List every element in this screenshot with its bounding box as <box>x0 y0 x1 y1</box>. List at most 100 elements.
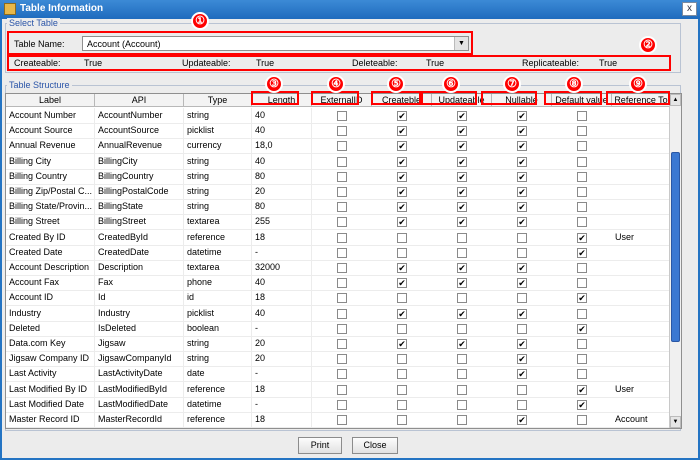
table-row[interactable]: Created Date CreatedDate datetime - ✔ <box>6 244 681 261</box>
table-row[interactable]: Annual Revenue AnnualRevenue currency 18,0 ✔… <box>6 138 681 155</box>
table-row[interactable]: Jigsaw Company ID JigsawCompanyId string 20… <box>6 351 681 368</box>
cell-updateable-checkbox[interactable]: ✔ <box>457 156 467 167</box>
cell-createable-checkbox[interactable]: ✔ <box>397 141 407 152</box>
cell-updateable-checkbox[interactable]: ✔ <box>457 171 467 182</box>
cell-createable-checkbox[interactable] <box>397 399 407 410</box>
cell-createable-checkbox[interactable]: ✔ <box>397 156 407 167</box>
cell-default-value-checkbox[interactable]: ✔ <box>577 232 587 243</box>
cell-nullable-checkbox[interactable]: ✔ <box>517 308 527 319</box>
table-row[interactable]: Billing State/Provin... BillingState strin… <box>6 199 681 216</box>
cell-nullable-checkbox[interactable]: ✔ <box>517 369 527 380</box>
table-row[interactable]: Account Number AccountNumber string 40 ✔ ✔ ✔ <box>6 108 681 124</box>
cell-default-value-checkbox[interactable] <box>577 263 587 273</box>
table-row[interactable]: Billing Street BillingStreet textarea 255 ✔ ✔… <box>6 214 681 231</box>
cell-nullable-checkbox[interactable]: ✔ <box>517 354 527 365</box>
cell-createable-checkbox[interactable]: ✔ <box>397 126 407 137</box>
col-header-type[interactable]: Type <box>184 94 252 107</box>
col-header-api[interactable]: API <box>95 94 184 107</box>
cell-updateable-checkbox[interactable]: ✔ <box>457 278 467 289</box>
cell-createable-checkbox[interactable]: ✔ <box>397 111 407 121</box>
table-row[interactable]: Industry Industry picklist 40 ✔ ✔ ✔ <box>6 305 681 322</box>
cell-externalid-checkbox[interactable] <box>337 187 347 197</box>
cell-updateable-checkbox[interactable] <box>457 415 467 425</box>
cell-nullable-checkbox[interactable]: ✔ <box>517 141 527 152</box>
table-row[interactable]: Billing City BillingCity string 40 ✔ ✔ ✔ <box>6 153 681 170</box>
cell-updateable-checkbox[interactable]: ✔ <box>457 339 467 349</box>
cell-externalid-checkbox[interactable] <box>337 278 347 289</box>
cell-updateable-checkbox[interactable] <box>457 232 467 243</box>
close-window-button[interactable]: x <box>682 2 697 16</box>
cell-externalid-checkbox[interactable] <box>337 202 347 213</box>
cell-externalid-checkbox[interactable] <box>337 399 347 410</box>
vertical-scrollbar[interactable]: ▲ ▼ <box>669 94 681 428</box>
cell-default-value-checkbox[interactable] <box>577 308 587 319</box>
cell-nullable-checkbox[interactable] <box>517 384 527 395</box>
table-row[interactable]: Last Activity LastActivityDate date - ✔ <box>6 366 681 383</box>
cell-externalid-checkbox[interactable] <box>337 293 347 304</box>
cell-updateable-checkbox[interactable]: ✔ <box>457 263 467 273</box>
cell-createable-checkbox[interactable] <box>397 293 407 304</box>
cell-updateable-checkbox[interactable] <box>457 323 467 334</box>
cell-nullable-checkbox[interactable]: ✔ <box>517 202 527 213</box>
cell-updateable-checkbox[interactable]: ✔ <box>457 202 467 213</box>
cell-nullable-checkbox[interactable]: ✔ <box>517 171 527 182</box>
cell-updateable-checkbox[interactable] <box>457 384 467 395</box>
cell-externalid-checkbox[interactable] <box>337 308 347 319</box>
table-row[interactable]: Account Fax Fax phone 40 ✔ ✔ ✔ <box>6 275 681 292</box>
cell-default-value-checkbox[interactable] <box>577 415 587 425</box>
cell-default-value-checkbox[interactable]: ✔ <box>577 293 587 304</box>
cell-externalid-checkbox[interactable] <box>337 415 347 425</box>
close-button[interactable]: Close <box>352 437 398 454</box>
cell-nullable-checkbox[interactable]: ✔ <box>517 111 527 121</box>
cell-externalid-checkbox[interactable] <box>337 171 347 182</box>
cell-default-value-checkbox[interactable] <box>577 126 587 137</box>
cell-externalid-checkbox[interactable] <box>337 263 347 273</box>
cell-nullable-checkbox[interactable] <box>517 247 527 258</box>
cell-default-value-checkbox[interactable] <box>577 156 587 167</box>
scroll-thumb[interactable] <box>671 152 680 342</box>
cell-updateable-checkbox[interactable] <box>457 399 467 410</box>
cell-default-value-checkbox[interactable] <box>577 171 587 182</box>
cell-createable-checkbox[interactable]: ✔ <box>397 217 407 228</box>
cell-updateable-checkbox[interactable]: ✔ <box>457 141 467 152</box>
cell-createable-checkbox[interactable] <box>397 247 407 258</box>
cell-createable-checkbox[interactable]: ✔ <box>397 339 407 349</box>
cell-default-value-checkbox[interactable]: ✔ <box>577 384 587 395</box>
cell-updateable-checkbox[interactable]: ✔ <box>457 187 467 197</box>
cell-nullable-checkbox[interactable]: ✔ <box>517 156 527 167</box>
cell-nullable-checkbox[interactable] <box>517 232 527 243</box>
cell-externalid-checkbox[interactable] <box>337 354 347 365</box>
cell-nullable-checkbox[interactable]: ✔ <box>517 263 527 273</box>
cell-externalid-checkbox[interactable] <box>337 126 347 137</box>
cell-externalid-checkbox[interactable] <box>337 384 347 395</box>
table-row[interactable]: Deleted IsDeleted boolean - ✔ <box>6 320 681 337</box>
table-row[interactable]: Billing Country BillingCountry string 80 ✔ ✔ ✔ <box>6 168 681 185</box>
cell-default-value-checkbox[interactable] <box>577 187 587 197</box>
table-row[interactable]: Last Modified Date LastModifiedDate dateti… <box>6 396 681 413</box>
cell-externalid-checkbox[interactable] <box>337 369 347 380</box>
cell-createable-checkbox[interactable]: ✔ <box>397 202 407 213</box>
cell-createable-checkbox[interactable] <box>397 369 407 380</box>
cell-externalid-checkbox[interactable] <box>337 141 347 152</box>
table-row[interactable]: Billing Zip/Postal C... BillingPostalCode… <box>6 184 681 200</box>
cell-nullable-checkbox[interactable] <box>517 323 527 334</box>
table-row[interactable]: Account Description Description textarea 32… <box>6 260 681 276</box>
print-button[interactable]: Print <box>298 437 342 454</box>
cell-externalid-checkbox[interactable] <box>337 111 347 121</box>
cell-externalid-checkbox[interactable] <box>337 232 347 243</box>
cell-createable-checkbox[interactable] <box>397 323 407 334</box>
cell-default-value-checkbox[interactable] <box>577 202 587 213</box>
scroll-up-icon[interactable]: ▲ <box>670 94 681 106</box>
cell-createable-checkbox[interactable] <box>397 384 407 395</box>
cell-nullable-checkbox[interactable]: ✔ <box>517 278 527 289</box>
cell-createable-checkbox[interactable]: ✔ <box>397 263 407 273</box>
table-row[interactable]: Account ID Id id 18 ✔ <box>6 290 681 307</box>
cell-createable-checkbox[interactable] <box>397 354 407 365</box>
table-row[interactable]: Account Source AccountSource picklist 40 ✔ ✔ ✔ <box>6 123 681 140</box>
cell-updateable-checkbox[interactable] <box>457 247 467 258</box>
cell-nullable-checkbox[interactable]: ✔ <box>517 217 527 228</box>
cell-default-value-checkbox[interactable] <box>577 141 587 152</box>
cell-externalid-checkbox[interactable] <box>337 156 347 167</box>
cell-createable-checkbox[interactable]: ✔ <box>397 187 407 197</box>
cell-nullable-checkbox[interactable]: ✔ <box>517 339 527 349</box>
